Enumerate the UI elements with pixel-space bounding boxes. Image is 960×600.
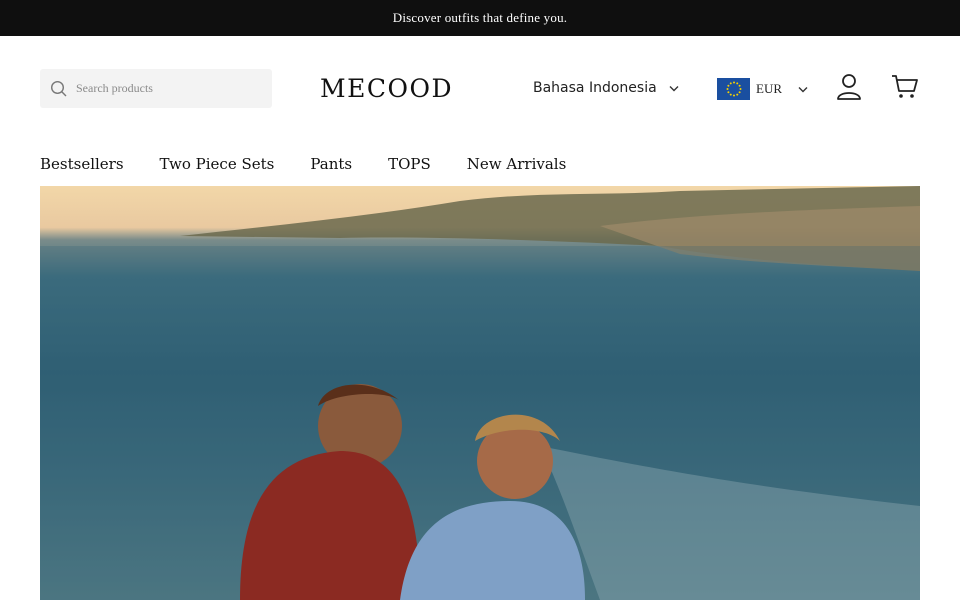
cart-button[interactable] (891, 74, 919, 104)
search-box[interactable] (40, 69, 272, 108)
site-header: MECOOD Bahasa Indonesia EUR (0, 36, 960, 142)
user-icon (836, 73, 862, 105)
chevron-down-icon (669, 80, 679, 96)
hero-photo (40, 186, 920, 600)
announcement-bar: Discover outfits that define you. (0, 0, 960, 36)
site-logo[interactable]: MECOOD (320, 74, 453, 103)
nav-item-new-arrivals[interactable]: New Arrivals (467, 155, 567, 173)
currency-selector[interactable]: EUR (717, 78, 808, 100)
nav-item-bestsellers[interactable]: Bestsellers (40, 155, 124, 173)
search-input[interactable] (76, 81, 256, 96)
currency-label: EUR (756, 81, 782, 96)
nav-item-tops[interactable]: TOPS (388, 155, 431, 173)
main-nav: Bestsellers Two Piece Sets Pants TOPS Ne… (0, 142, 960, 186)
language-label: Bahasa Indonesia (533, 80, 657, 96)
eu-flag-icon (717, 78, 750, 100)
search-icon[interactable] (50, 80, 68, 98)
announcement-text: Discover outfits that define you. (392, 10, 568, 25)
language-selector[interactable]: Bahasa Indonesia (533, 80, 679, 96)
cart-icon (891, 74, 919, 104)
chevron-down-icon (798, 81, 808, 97)
account-button[interactable] (836, 73, 862, 105)
hero-banner-image[interactable] (40, 186, 920, 600)
nav-item-pants[interactable]: Pants (310, 155, 352, 173)
nav-item-two-piece-sets[interactable]: Two Piece Sets (160, 155, 275, 173)
